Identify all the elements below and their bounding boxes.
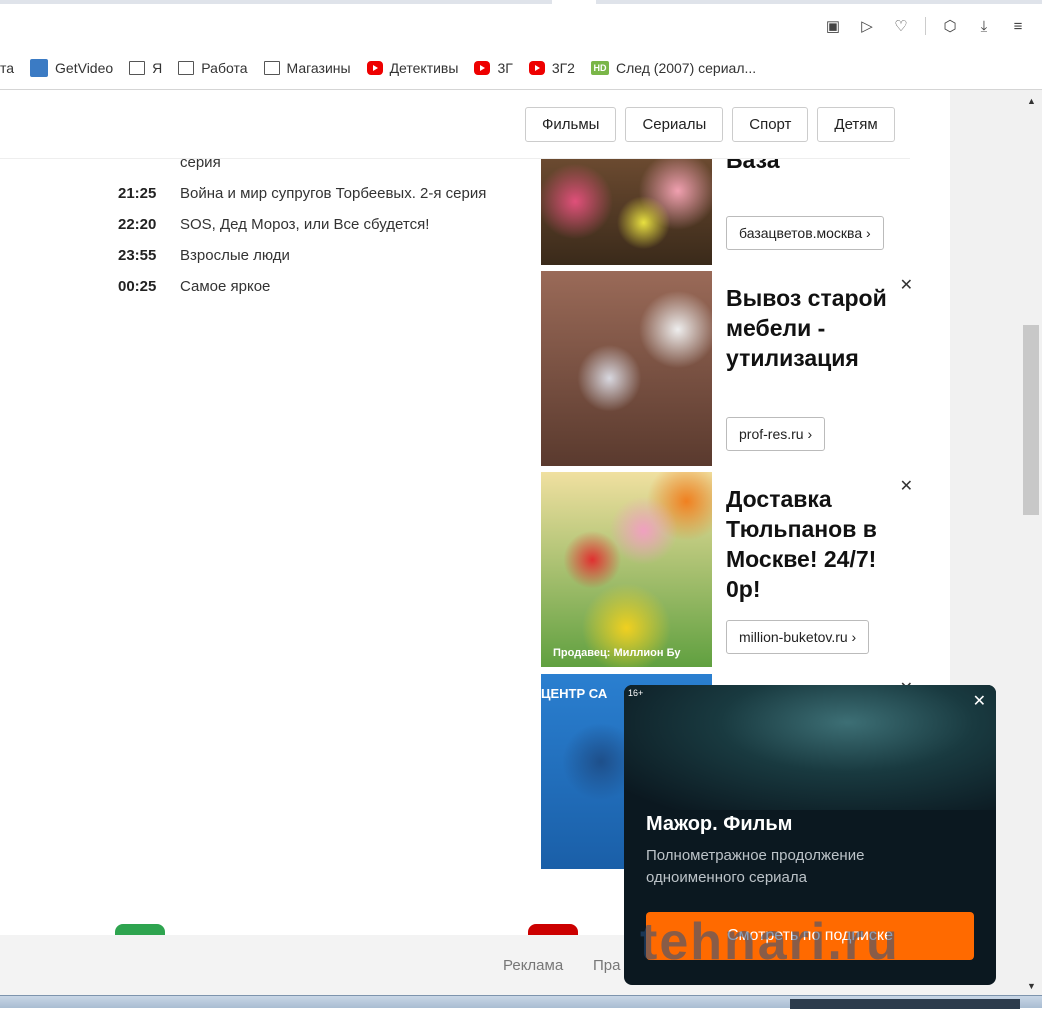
settings-sliders-icon[interactable]: ≡ <box>1008 16 1028 36</box>
nav-series[interactable]: Сериалы <box>625 107 724 142</box>
ad-link[interactable]: базацветов.москва › <box>726 216 884 250</box>
schedule-row[interactable]: 21:25 Война и мир супругов Торбеевых. 2-я… <box>118 183 498 204</box>
folder-icon <box>129 61 146 75</box>
age-badge: 16+ <box>628 688 644 698</box>
video-promo-popup: 16+ ✕ Мажор. Фильм Полнометражное продол… <box>624 685 996 985</box>
nav-kids[interactable]: Детям <box>817 107 895 142</box>
bookmarks-bar: та GetVideo Я Работа Магазины Детективы … <box>0 56 772 80</box>
bookmark-getvideo[interactable]: GetVideo <box>30 59 113 77</box>
nav-films[interactable]: Фильмы <box>525 107 617 142</box>
cube-icon[interactable]: ⬡ <box>940 16 960 36</box>
ad-link[interactable]: million-buketov.ru › <box>726 620 870 654</box>
download-icon[interactable]: ⤓ <box>974 16 994 36</box>
scroll-up-icon[interactable]: ▲ <box>1027 96 1036 106</box>
footer-ads-link[interactable]: Реклама <box>503 957 563 974</box>
ad-image-text: ЦЕНТР СА <box>541 686 608 701</box>
ad-image[interactable] <box>541 271 712 466</box>
tab-strip <box>0 0 1042 4</box>
ad-link[interactable]: prof-res.ru › <box>726 417 826 451</box>
close-icon[interactable]: ✕ <box>900 275 913 295</box>
folder-icon <box>263 61 280 75</box>
scrollbar-thumb[interactable] <box>1023 325 1039 515</box>
ad-image[interactable]: Продавец: Миллион Бу <box>541 472 712 667</box>
promo-title: Мажор. Фильм <box>646 813 793 835</box>
divider <box>925 17 926 35</box>
bookmark-folder[interactable]: Работа <box>178 60 248 76</box>
bookmark-folder[interactable]: Я <box>129 60 162 76</box>
send-icon[interactable]: ▷ <box>857 16 877 36</box>
youtube-icon <box>528 61 545 75</box>
bookmark[interactable]: та <box>0 60 14 76</box>
category-nav: Фильмы Сериалы Спорт Детям <box>525 107 895 142</box>
camera-icon[interactable]: ▣ <box>823 16 843 36</box>
ad-furniture-removal[interactable]: Вывоз старой мебели - утилизация prof-re… <box>541 271 913 466</box>
bookmark-youtube[interactable]: 3Г2 <box>528 60 575 76</box>
scroll-down-icon[interactable]: ▼ <box>1027 981 1036 991</box>
schedule-row[interactable]: 23:55 Взрослые люди <box>118 245 498 266</box>
ad-title[interactable]: Доставка Тюльпанов в Москве! 24/7! 0р! <box>726 484 911 604</box>
schedule-row[interactable]: серия <box>118 152 498 173</box>
ad-seller: Продавец: Миллион Бу <box>553 647 681 659</box>
nav-sport[interactable]: Спорт <box>732 107 809 142</box>
ad-tulips[interactable]: Продавец: Миллион Бу Доставка Тюльпанов … <box>541 472 913 667</box>
scrollbar[interactable]: ▲ ▼ <box>1020 90 1042 995</box>
schedule-row[interactable]: 22:20 SOS, Дед Мороз, или Все сбудется! <box>118 214 498 235</box>
taskbar <box>0 995 1042 1009</box>
watch-subscription-button[interactable]: Смотреть по подписке <box>646 912 974 960</box>
heart-icon[interactable]: ♡ <box>891 16 911 36</box>
bookmark-youtube[interactable]: 3Г <box>474 60 513 76</box>
browser-toolbar: ▣ ▷ ♡ ⬡ ⤓ ≡ <box>823 16 1028 36</box>
bookmark-hd[interactable]: HD След (2007) сериал... <box>590 60 756 76</box>
folder-icon <box>178 61 195 75</box>
bookmark-youtube[interactable]: Детективы <box>366 60 458 76</box>
ad-title[interactable]: Вывоз старой мебели - утилизация <box>726 283 911 373</box>
divider <box>0 89 1042 90</box>
schedule-row[interactable]: 00:25 Самое яркое <box>118 276 498 297</box>
promo-video[interactable] <box>624 685 996 810</box>
ad-flowers-base[interactable]: База базацветов.москва › <box>541 159 911 265</box>
youtube-icon <box>474 61 491 75</box>
youtube-icon <box>366 61 383 75</box>
promo-description: Полнометражное продолжение одноименного … <box>646 847 865 886</box>
ad-image[interactable] <box>541 159 712 265</box>
footer-link[interactable]: Пра <box>593 957 620 974</box>
getvideo-icon <box>30 59 49 77</box>
ad-title[interactable]: База <box>726 159 911 175</box>
tv-schedule: серия 21:25 Война и мир супругов Торбеевы… <box>118 152 498 307</box>
hd-icon: HD <box>590 61 609 75</box>
close-icon[interactable]: ✕ <box>973 691 986 711</box>
close-icon[interactable]: ✕ <box>900 476 913 496</box>
bookmark-folder[interactable]: Магазины <box>263 60 351 76</box>
